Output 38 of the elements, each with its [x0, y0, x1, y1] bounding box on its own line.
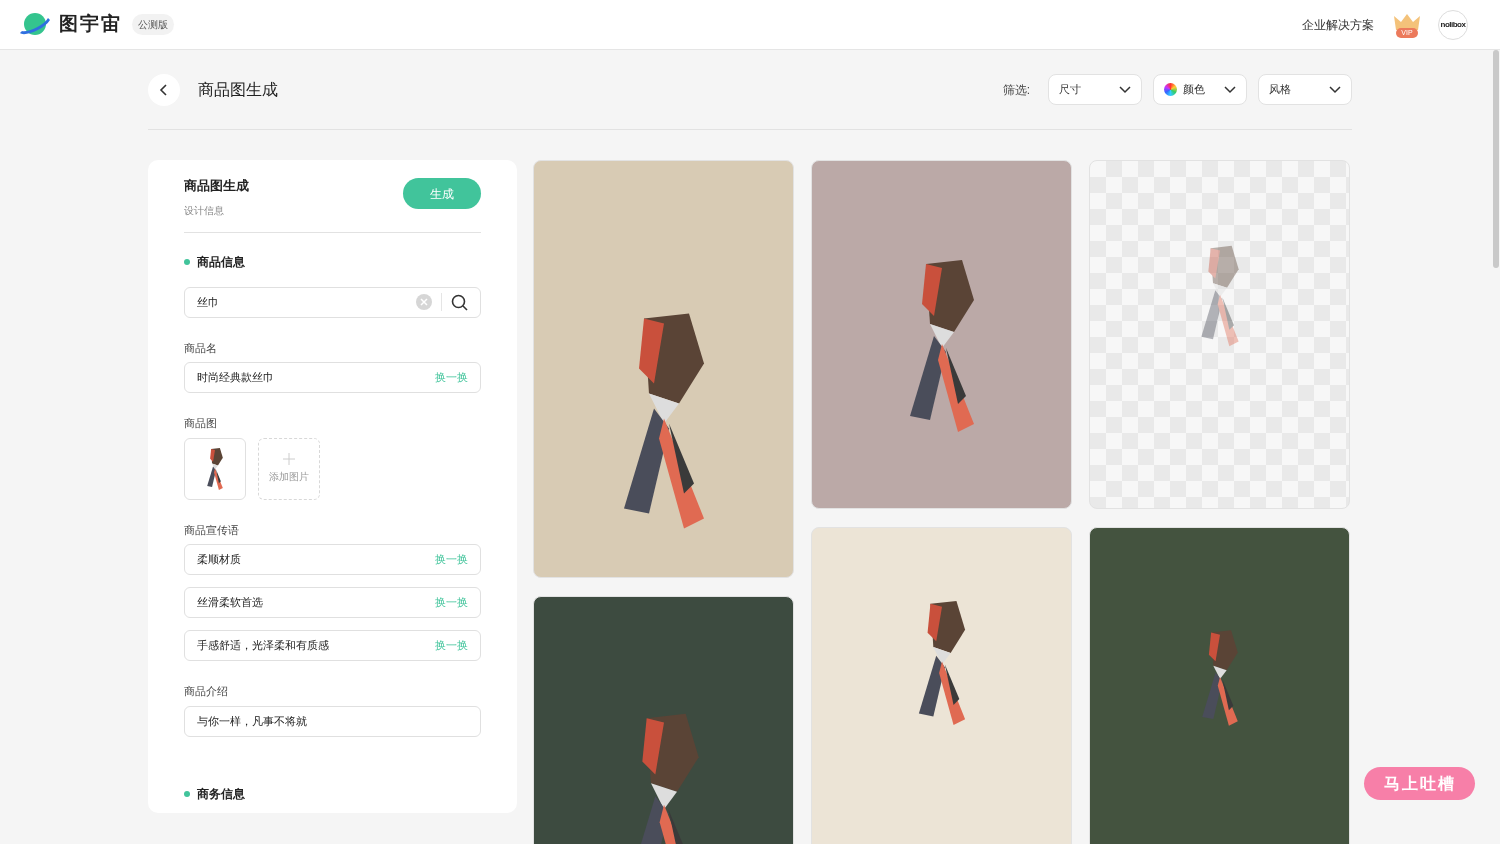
search-icon[interactable] [451, 293, 468, 311]
filter-dropdown[interactable]: 风格 [1258, 74, 1352, 105]
field-label: 商品图 [184, 416, 218, 431]
panel-subtitle: 设计信息 [184, 203, 225, 218]
field-label: 商品名 [184, 340, 218, 356]
page-title: 商品图生成 [198, 79, 278, 100]
field-label: 商品介绍 [184, 684, 229, 699]
text-field[interactable]: 丝滑柔软首选 换一换 [184, 587, 481, 618]
text-field[interactable]: 柔顺材质 换一换 [184, 544, 481, 575]
chevron-down-icon [1119, 85, 1131, 94]
text-field[interactable]: 时尚经典款丝巾 换一换 [184, 362, 481, 393]
filter-dropdown[interactable]: 颜色 [1153, 74, 1247, 105]
planet-logo-icon [18, 11, 52, 38]
poster-image[interactable] [533, 160, 794, 578]
back-button[interactable] [148, 73, 180, 106]
poster-image[interactable] [811, 160, 1072, 509]
filter-dropdown[interactable]: 尺寸 [1048, 74, 1142, 105]
panel-title: 商品图生成 [184, 177, 249, 195]
text-field[interactable]: 手感舒适，光泽柔和有质感 换一换 [184, 630, 481, 661]
section-heading: 商务信息 [197, 785, 245, 803]
search-field[interactable]: 丝巾 [184, 286, 481, 318]
filter-label: 筛选: [1002, 81, 1030, 99]
chevron-left-icon [158, 83, 170, 96]
section-heading: 商品信息 [197, 253, 245, 271]
nav-link[interactable]: 企业解决方案 [1302, 15, 1374, 34]
chevron-down-icon [1224, 85, 1236, 94]
poster-image[interactable] [811, 527, 1072, 844]
brand-name: 图宇宙 [59, 12, 122, 37]
beta-badge: 公测版 [132, 14, 174, 35]
poster-image[interactable] [533, 596, 794, 844]
avatar[interactable]: nolibox [1438, 9, 1468, 40]
chevron-down-icon [1329, 85, 1341, 94]
product-thumbnail[interactable] [184, 437, 246, 500]
plus-icon [283, 453, 295, 465]
field-label: 商品宣传语 [184, 522, 240, 538]
text-field[interactable]: 与你一样，凡事不将就 [184, 705, 481, 737]
scrollbar[interactable] [1493, 50, 1499, 268]
color-wheel-icon [1164, 83, 1177, 96]
